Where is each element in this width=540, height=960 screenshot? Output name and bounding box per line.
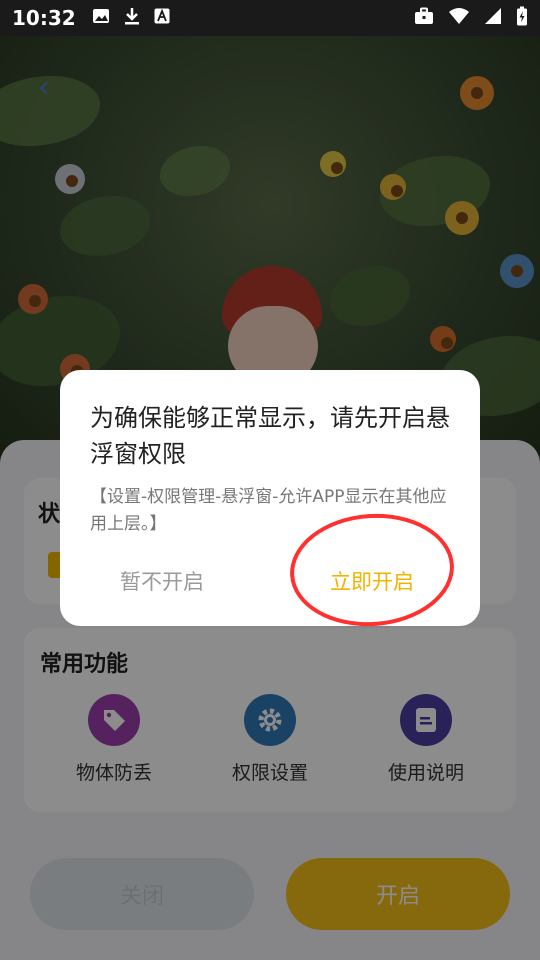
battery-charging-icon <box>516 6 528 30</box>
briefcase-icon <box>414 7 434 29</box>
dialog-cancel-button[interactable]: 暂不开启 <box>120 566 204 596</box>
signal-icon <box>484 7 502 29</box>
download-icon <box>124 7 140 29</box>
wifi-icon <box>448 7 470 29</box>
image-icon <box>92 8 110 28</box>
text-icon <box>154 8 170 28</box>
status-bar: 10:32 <box>0 0 540 36</box>
dialog-title: 为确保能够正常显示，请先开启悬浮窗权限 <box>90 404 450 468</box>
status-time: 10:32 <box>12 6 76 30</box>
